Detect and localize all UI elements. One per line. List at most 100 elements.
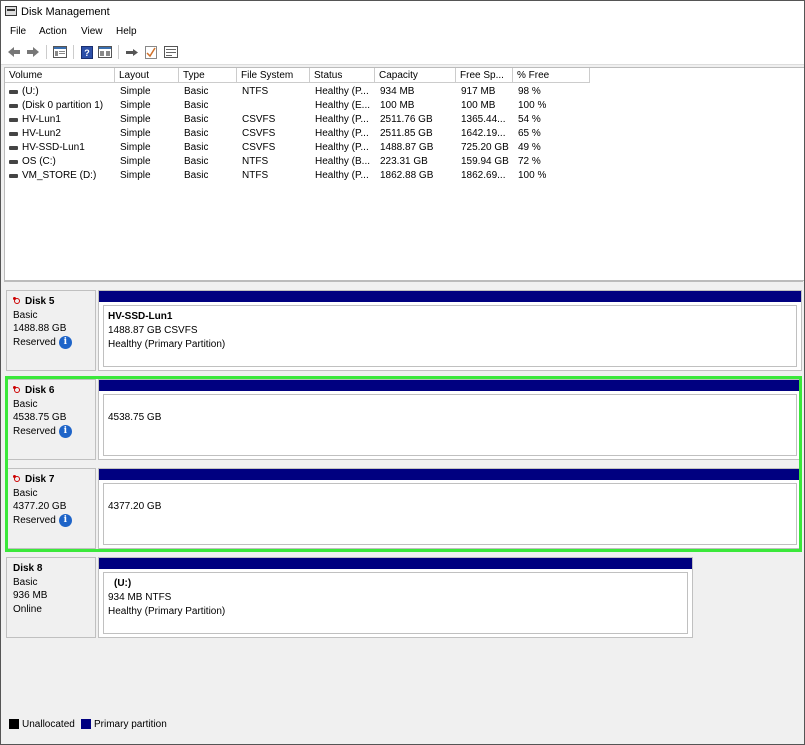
volume-icon [9, 118, 18, 122]
table-row[interactable]: (U:) Simple Basic NTFS Healthy (P... 934… [5, 85, 804, 99]
volume-file-system: NTFS [242, 170, 269, 181]
partition-block[interactable]: 4377.20 GB [98, 468, 802, 549]
disk-offline-icon [13, 297, 22, 306]
volume-percent-free: 100 % [518, 100, 547, 111]
disk-label[interactable]: Disk 6 Basic 4538.75 GB Reserved i [6, 379, 96, 460]
menu-file[interactable]: File [10, 26, 26, 37]
volume-layout: Simple [120, 114, 151, 125]
column-header-status[interactable]: Status [310, 68, 375, 83]
forward-arrow-icon[interactable] [25, 44, 41, 60]
volume-percent-free: 72 % [518, 156, 541, 167]
partition-content: HV-SSD-Lun1 1488.87 GB CSVFS Healthy (Pr… [103, 305, 797, 367]
console-tree-icon[interactable] [52, 44, 68, 60]
volume-capacity: 934 MB [380, 86, 415, 97]
disk-name: Disk 7 [25, 474, 55, 485]
column-header-layout[interactable]: Layout [115, 68, 179, 83]
primary-partition-bar [99, 291, 801, 302]
column-header-type[interactable]: Type [179, 68, 237, 83]
partition-block[interactable]: (U:) 934 MB NTFS Healthy (Primary Partit… [98, 557, 693, 638]
volume-free-space: 1862.69... [461, 170, 506, 181]
volume-type: Basic [184, 170, 209, 181]
disk-offline-icon [13, 475, 22, 484]
disk-name: Disk 8 [13, 563, 43, 574]
column-header-free-space[interactable]: Free Sp... [456, 68, 513, 83]
partition-block[interactable]: HV-SSD-Lun1 1488.87 GB CSVFS Healthy (Pr… [98, 290, 802, 371]
volume-status: Healthy (P... [315, 142, 369, 153]
legend-unallocated: Unallocated [22, 719, 75, 730]
disk-view: Disk 5 Basic 1488.88 GB Reserved i HV-SSD… [4, 281, 803, 718]
disk-name: Disk 6 [25, 385, 55, 396]
disk-state: Online [13, 603, 42, 615]
column-header-percent-free[interactable]: % Free [513, 68, 590, 83]
table-row[interactable]: HV-SSD-Lun1 Simple Basic CSVFS Healthy (… [5, 141, 804, 155]
volume-type: Basic [184, 86, 209, 97]
table-row[interactable]: (Disk 0 partition 1) Simple Basic Health… [5, 99, 804, 113]
volume-icon [9, 104, 18, 108]
disk-label[interactable]: Disk 8 Basic 936 MB Online [6, 557, 96, 638]
volume-layout: Simple [120, 86, 151, 97]
back-arrow-icon[interactable] [6, 44, 22, 60]
table-row[interactable]: HV-Lun2 Simple Basic CSVFS Healthy (P...… [5, 127, 804, 141]
partition-content: (U:) 934 MB NTFS Healthy (Primary Partit… [103, 572, 688, 634]
partition-content: 4377.20 GB [103, 483, 797, 545]
volume-status: Healthy (P... [315, 114, 369, 125]
volume-layout: Simple [120, 170, 151, 181]
menu-help[interactable]: Help [116, 26, 137, 37]
volume-file-system: CSVFS [242, 142, 276, 153]
disk-type: Basic [13, 398, 38, 410]
disk-type: Basic [13, 576, 38, 588]
check-icon[interactable] [143, 44, 159, 60]
volume-capacity: 223.31 GB [380, 156, 428, 167]
disk-type: Basic [13, 487, 38, 499]
volume-icon [9, 146, 18, 150]
disk-label[interactable]: Disk 5 Basic 1488.88 GB Reserved i [6, 290, 96, 371]
volume-capacity: 2511.76 GB [380, 114, 433, 125]
column-header-capacity[interactable]: Capacity [375, 68, 456, 83]
partition-detail: 4538.75 GB [108, 412, 162, 423]
disk-name: Disk 5 [25, 296, 55, 307]
disk-management-window: Disk Management File Action View Help ? [0, 0, 805, 745]
column-header-volume[interactable]: Volume [5, 68, 115, 83]
disk-state: Reserved [13, 514, 56, 526]
partition-content: 4538.75 GB [103, 394, 797, 456]
menu-action[interactable]: Action [39, 26, 67, 37]
menu-view[interactable]: View [81, 26, 103, 37]
volume-free-space: 100 MB [461, 100, 496, 111]
partition-status: Healthy (Primary Partition) [108, 339, 226, 350]
volume-status: Healthy (P... [315, 86, 369, 97]
properties-icon[interactable] [97, 44, 113, 60]
volume-status: Healthy (B... [315, 156, 371, 167]
volume-free-space: 1642.19... [461, 128, 506, 139]
table-row[interactable]: OS (C:) Simple Basic NTFS Healthy (B... … [5, 155, 804, 169]
app-icon [5, 6, 17, 16]
table-row[interactable]: VM_STORE (D:) Simple Basic NTFS Healthy … [5, 169, 804, 183]
info-icon[interactable]: i [58, 424, 72, 438]
volume-list: Volume Layout Type File System Status Ca… [4, 67, 804, 281]
partition-block[interactable]: 4538.75 GB [98, 379, 802, 460]
volume-percent-free: 100 % [518, 170, 547, 181]
rescan-icon[interactable] [163, 44, 179, 60]
volume-percent-free: 49 % [518, 142, 541, 153]
svg-text:?: ? [84, 48, 90, 58]
volume-type: Basic [184, 100, 209, 111]
volume-layout: Simple [120, 100, 151, 111]
help-icon[interactable]: ? [79, 44, 95, 60]
volume-type: Basic [184, 156, 209, 167]
volume-name: (U:) [22, 86, 39, 97]
info-icon[interactable]: i [58, 513, 72, 527]
volume-icon [9, 132, 18, 136]
volume-layout: Simple [120, 142, 151, 153]
disk-label[interactable]: Disk 7 Basic 4377.20 GB Reserved i [6, 468, 96, 549]
column-header-file-system[interactable]: File System [237, 68, 310, 83]
connect-icon[interactable] [124, 44, 140, 60]
volume-status: Healthy (E... [315, 100, 371, 111]
partition-detail: 1488.87 GB CSVFS [108, 325, 198, 336]
table-row[interactable]: HV-Lun1 Simple Basic CSVFS Healthy (P...… [5, 113, 804, 127]
legend-swatch-primary [81, 719, 91, 729]
partition-detail: 934 MB NTFS [108, 592, 172, 603]
volume-type: Basic [184, 114, 209, 125]
info-icon[interactable]: i [58, 335, 72, 349]
window-title: Disk Management [21, 6, 110, 18]
volume-name: HV-Lun2 [22, 128, 61, 139]
volume-icon [9, 160, 18, 164]
